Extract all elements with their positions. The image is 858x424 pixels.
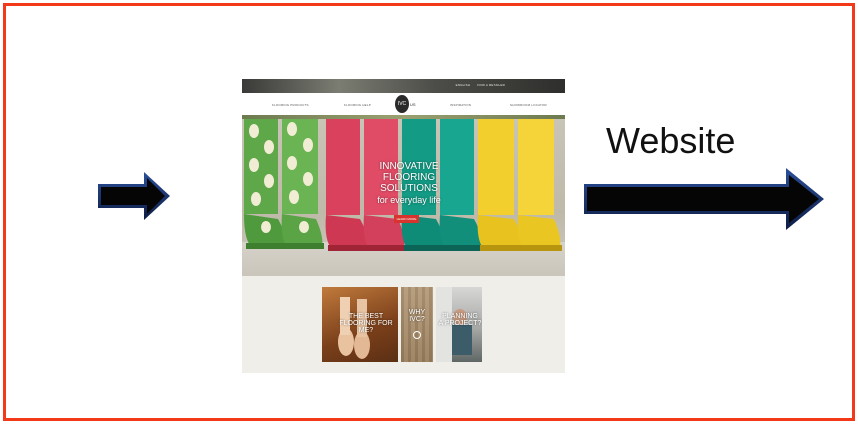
tile3-line1: PLANNING — [442, 313, 478, 320]
website-caption: Website — [606, 120, 736, 161]
tile-best-flooring[interactable]: THE BEST FLOORING FOR ME? — [322, 287, 398, 362]
nav-item-flooring-products[interactable]: FLOORING PRODUCTS — [272, 103, 309, 107]
nav-item-flooring-help[interactable]: FLOORING HELP — [344, 103, 371, 107]
nav-item-inspiration[interactable]: INSPIRATION — [450, 103, 471, 107]
topbar-language-link[interactable]: ENGLISH — [456, 83, 471, 87]
tile1-line2: FLOORING FOR ME? — [339, 320, 393, 334]
hero-headline-line1: INNOVATIVE — [379, 161, 439, 172]
topbar-retailer-link[interactable]: FIND A RETAILER — [477, 83, 505, 87]
thumbnail-nav-bar: FLOORING PRODUCTS FLOORING HELP IVC US I… — [242, 93, 565, 115]
tile-planning-project[interactable]: PLANNING A PROJECT? — [436, 287, 482, 362]
brand-logo-suffix: US — [410, 102, 416, 107]
tile3-line2: A PROJECT? — [438, 320, 482, 327]
tile1-line1: THE BEST — [348, 313, 384, 320]
website-screenshot-thumbnail: ENGLISH FIND A RETAILER FLOORING PRODUCT… — [242, 79, 565, 373]
feature-tiles: THE BEST FLOORING FOR ME? WHY IVC? PLANN… — [322, 287, 482, 362]
hero-banner: INNOVATIVE FLOORING SOLUTIONS for everyd… — [242, 119, 565, 276]
learn-more-button[interactable]: LEARN MORE — [394, 215, 419, 223]
tile2-line1: WHY — [408, 309, 426, 316]
right-arrow-icon — [582, 166, 826, 232]
thumbnail-top-bar: ENGLISH FIND A RETAILER — [242, 79, 565, 93]
nav-item-showroom-locator[interactable]: SHOWROOM LOCATOR — [510, 103, 547, 107]
brand-logo[interactable]: IVC — [395, 95, 409, 113]
tile-why-ivc[interactable]: WHY IVC? — [401, 287, 433, 362]
tile2-arrow-icon — [413, 331, 421, 339]
hero-subheadline: for everyday life — [377, 195, 441, 205]
hero-headline: INNOVATIVE FLOORING SOLUTIONS for everyd… — [354, 161, 464, 206]
left-arrow-icon — [96, 170, 172, 222]
tile2-line2: IVC? — [409, 316, 425, 323]
hero-headline-line2: FLOORING SOLUTIONS — [380, 172, 438, 194]
